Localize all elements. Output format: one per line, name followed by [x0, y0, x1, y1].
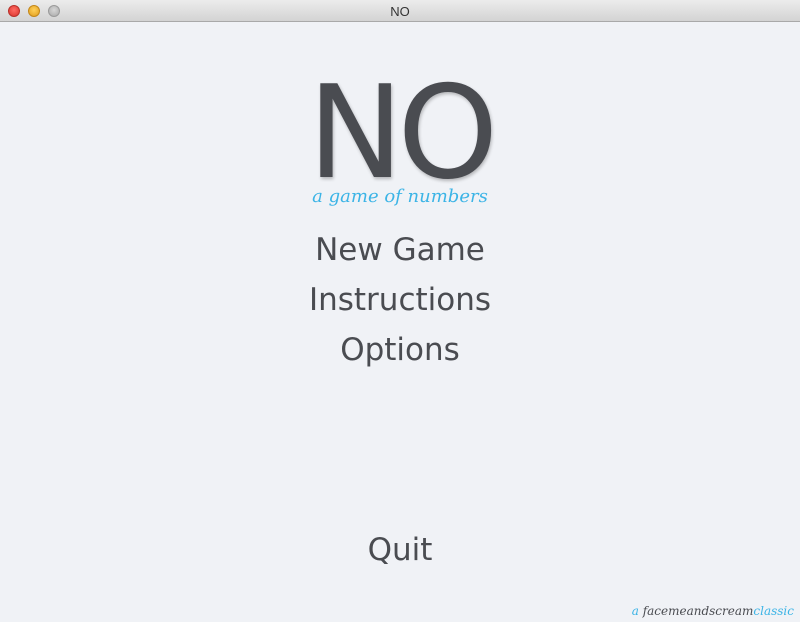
credit-studio: facemeandscream	[642, 604, 754, 618]
game-logo: NO	[307, 59, 499, 208]
new-game-button[interactable]: New Game	[0, 232, 800, 268]
credit-prefix: a	[631, 604, 643, 618]
quit-button[interactable]: Quit	[0, 532, 800, 568]
credit-suffix: classic	[753, 604, 794, 618]
studio-credit: a facemeandscreamclassic	[632, 604, 794, 618]
window-titlebar[interactable]: NO	[0, 0, 800, 22]
instructions-button[interactable]: Instructions	[0, 282, 800, 318]
main-menu-screen: NO a game of numbers New Game Instructio…	[0, 22, 800, 622]
options-button[interactable]: Options	[0, 332, 800, 368]
game-subtitle: a game of numbers	[312, 186, 488, 207]
window-title: NO	[390, 4, 410, 19]
